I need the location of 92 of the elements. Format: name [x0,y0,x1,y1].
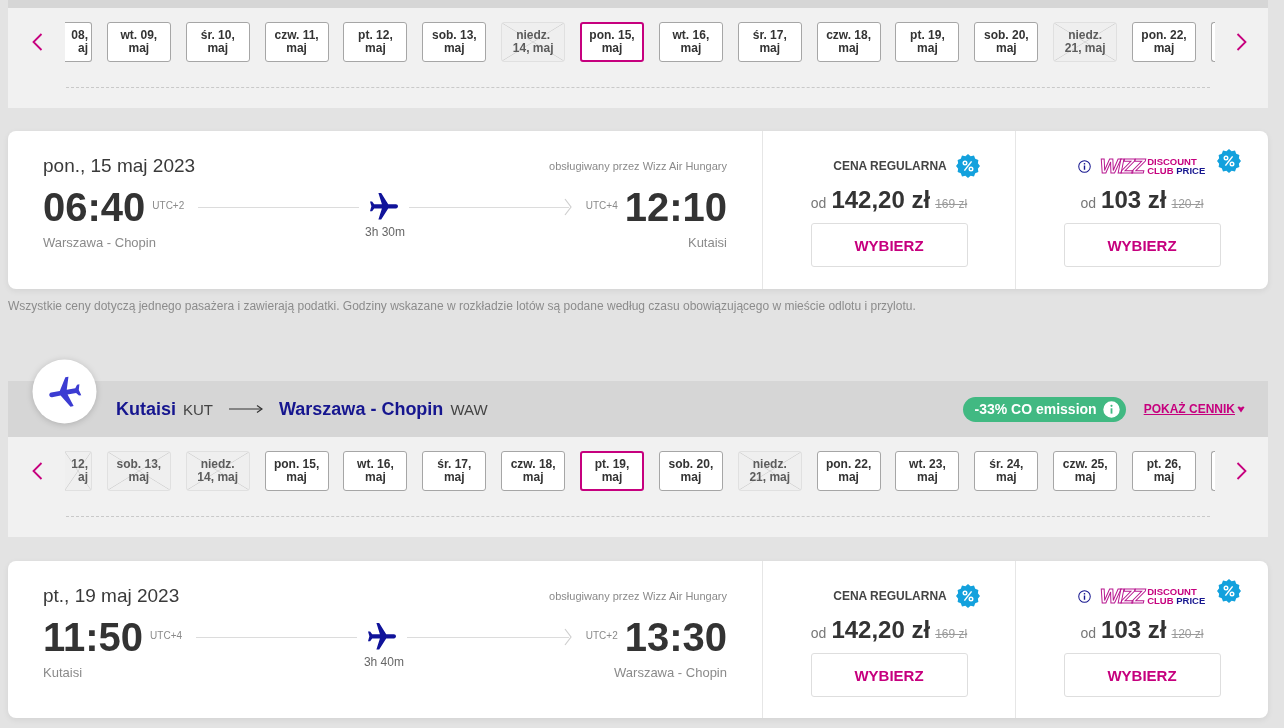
date-button[interactable]: śr. 17, maj [737,22,802,62]
utc-offset: UTC+2 [152,200,185,211]
old-price: 169 zł [935,627,968,641]
date-button[interactable]: pon. 22, maj [816,451,881,491]
departure-time: 11:50 [43,614,144,661]
date-button[interactable]: śr. 17, maj [422,451,487,491]
airport-code: KUT [183,400,213,418]
percent-badge-icon [955,154,980,178]
footnote-text: Wszystkie ceny dotyczą jednego pasażera i zawierają podatki. Godziny wskazane w rozkładzie lotów są podane według czasu obowiązującego w mieście odlotu i przylotu. [8,298,917,314]
logo-text: DISCOUNT [1147,156,1197,167]
date-button[interactable]: pt. 19, maj [895,22,960,62]
date-button[interactable]: sob. 13, maj [422,22,487,62]
info-icon[interactable] [1077,589,1091,603]
select-button[interactable]: WYBIERZ [1063,653,1221,697]
select-button[interactable]: WYBIERZ [810,223,968,267]
percent-badge-icon [1217,579,1242,603]
origin-city: Kutaisi [116,398,176,420]
old-price: 120 zł [1171,627,1204,641]
airport-name: Kutaisi [43,665,83,681]
logo-wordmark: WIZZ [1099,585,1146,607]
price-prefix: od [810,195,827,211]
date-button[interactable]: sob. 20, maj [974,22,1039,62]
departure-time: 06:40 [43,184,146,231]
date-button[interactable]: wt. 09, maj [106,22,171,62]
select-button[interactable]: WYBIERZ [1063,223,1221,267]
plane-icon [32,359,97,424]
airport-name: Warszawa - Chopin [614,665,727,681]
arrival-time: 13:30 [624,614,727,661]
old-price: 120 zł [1171,197,1204,211]
utc-offset: UTC+2 [585,630,618,641]
airport-name: Kutaisi [687,235,727,251]
date-button[interactable]: czw. 11, maj [264,22,329,62]
price-text: 103 zł [1101,615,1167,645]
chevron-icon [563,198,572,216]
flight-date: pon., 15 maj 2023 [43,155,196,177]
date-button[interactable]: czw. 25, maj [1053,451,1118,491]
date-button[interactable]: czw. 18, maj [501,451,566,491]
flight-duration: 3h 40m [363,654,404,671]
date-button[interactable]: pt. 19, maj [580,451,644,491]
price-prefix: od [1080,625,1097,641]
destination-city: Warszawa - Chopin [279,398,444,420]
price-prefix: od [810,625,827,641]
fare-title: CENA REGULARNA [833,159,947,173]
date-button[interactable]: wt. 16, maj [658,22,723,62]
logo-text: PRICE [1176,165,1206,176]
plane-icon [369,193,398,221]
fare-title: CENA REGULARNA [833,589,947,603]
plane-icon [368,623,397,651]
utc-offset: UTC+4 [150,630,183,641]
flight-duration: 3h 30m [365,224,405,241]
date-button[interactable]: czw. 18, maj [816,22,881,62]
price-text: 142,20 zł [831,185,931,215]
old-price: 169 zł [935,197,968,211]
date-button[interactable]: śr. 10, maj [185,22,250,62]
logo-text: CLUB [1147,165,1174,176]
price-prefix: od [1080,195,1097,211]
price-text: 142,20 zł [831,615,931,645]
operator-text: obsługiwany przez Wizz Air Hungary [549,160,727,172]
operator-text: obsługiwany przez Wizz Air Hungary [549,590,727,602]
chevron-left-icon[interactable] [32,33,43,51]
date-button[interactable]: wt. 23, maj [895,451,960,491]
percent-badge-icon [955,584,980,608]
chevron-right-icon[interactable] [1236,462,1247,480]
date-button[interactable]: pt. 12, maj [343,22,408,62]
date-button[interactable]: śr. 24, maj [974,451,1039,491]
arrow-icon [229,404,263,414]
date-button[interactable]: pt. 26, maj [1132,451,1197,491]
chevron-left-icon[interactable] [32,462,43,480]
percent-badge-icon [1217,149,1242,173]
chevron-icon [563,628,572,646]
caret-down-icon [1237,405,1245,413]
chevron-right-icon[interactable] [1236,33,1247,51]
logo-text: DISCOUNT [1147,586,1197,597]
select-button[interactable]: WYBIERZ [810,653,968,697]
info-icon[interactable] [1077,159,1091,173]
utc-offset: UTC+4 [585,200,618,211]
date-button[interactable]: sob. 20, maj [658,451,723,491]
date-button[interactable]: pon. 22, maj [1132,22,1197,62]
date-button[interactable]: wt. 16, maj [343,451,408,491]
logo-text: PRICE [1176,595,1206,606]
arrival-time: 12:10 [624,184,727,231]
logo-text: CLUB [1147,595,1174,606]
airport-name: Warszawa - Chopin [43,235,156,251]
emission-text: -33% CO emission [974,401,1097,417]
date-button[interactable]: pon. 15, maj [580,22,644,62]
date-button[interactable]: 08, aj [65,22,92,62]
logo-wordmark: WIZZ [1099,155,1146,177]
airport-code: WAW [450,400,488,418]
price-list-link[interactable]: POKAŻ CENNIK [1143,402,1245,416]
date-button[interactable]: pon. 15, maj [264,451,329,491]
price-text: 103 zł [1101,185,1167,215]
flight-date: pt., 19 maj 2023 [43,585,180,607]
